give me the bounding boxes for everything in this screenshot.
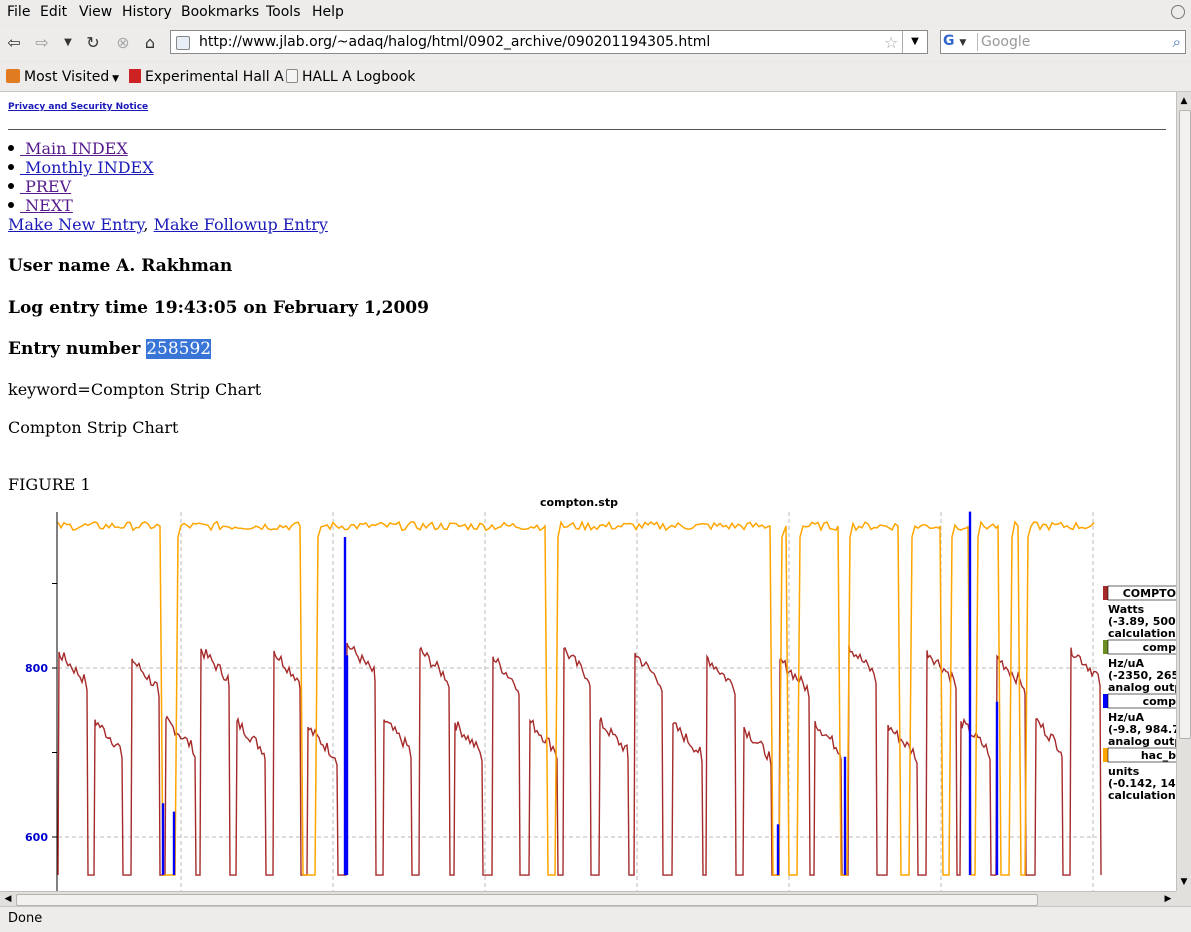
bookmark-label: Experimental Hall A <box>145 69 284 85</box>
bullet-icon <box>8 183 14 189</box>
legend-description: analog outp <box>1108 735 1176 748</box>
bookmark-experimental-hall-a[interactable]: Experimental Hall A <box>129 69 284 85</box>
search-box[interactable]: G ▼ Google ⌕ <box>940 30 1186 54</box>
bookmark-label: Most Visited <box>24 69 110 85</box>
nav-item-prev: PREV <box>8 177 154 196</box>
monthly-index-link[interactable]: Monthly INDEX <box>20 158 154 177</box>
status-text: Done <box>8 911 43 926</box>
search-icon[interactable]: ⌕ <box>1173 33 1181 51</box>
site-identity-icon[interactable] <box>176 36 190 50</box>
history-dropdown-icon[interactable]: ▼ <box>58 33 78 53</box>
page-icon <box>286 69 298 83</box>
legend-swatch <box>1103 694 1108 708</box>
menu-bookmarks[interactable]: Bookmarks <box>181 4 259 20</box>
chart-title: compton.stp <box>540 496 618 509</box>
scroll-left-arrow-icon[interactable]: ◀ <box>1 892 15 906</box>
restore-window-icon[interactable] <box>1171 5 1185 19</box>
url-dropdown-icon[interactable]: ▼ <box>902 31 927 53</box>
vertical-scroll-thumb[interactable] <box>1179 110 1191 739</box>
status-bar: Done <box>0 906 1191 932</box>
legend-swatch <box>1103 748 1108 762</box>
search-input[interactable]: Google <box>981 34 1030 50</box>
reload-icon[interactable]: ↻ <box>83 33 103 53</box>
home-icon[interactable]: ⌂ <box>140 33 160 53</box>
bookmark-most-visited[interactable]: Most Visited ▼ <box>6 69 119 85</box>
nav-item-next: NEXT <box>8 196 154 215</box>
menu-edit[interactable]: Edit <box>40 4 67 20</box>
forward-arrow-icon[interactable]: ⇨ <box>32 33 52 53</box>
legend-series-name: hac_b <box>1141 749 1176 762</box>
strip-chart: compton.stp 800 600 COMPTOWatts(-3.89, 50… <box>25 496 1176 891</box>
legend-series-name: comp <box>1143 641 1176 654</box>
entry-number-value: 258592 <box>146 339 212 359</box>
user-name: User name A. Rakhman <box>8 256 233 276</box>
vertical-scrollbar[interactable]: ▲ ▼ <box>1176 92 1191 891</box>
page-content: Privacy and Security Notice Main INDEX M… <box>0 92 1176 891</box>
plot-area <box>57 511 1102 876</box>
bullet-icon <box>8 145 14 151</box>
menu-bar: File Edit View History Bookmarks Tools H… <box>0 0 1191 25</box>
legend-series-name: COMPTO <box>1123 587 1176 600</box>
legend-description: calculation r <box>1108 789 1176 802</box>
y-ticks: 800 600 <box>25 583 57 844</box>
entry-actions: Make New Entry, Make Followup Entry <box>8 215 328 234</box>
entry-number-label: Entry number <box>8 339 147 359</box>
scroll-down-arrow-icon[interactable]: ▼ <box>1178 875 1190 889</box>
series-compton-power-line <box>57 642 1102 876</box>
entry-number-line: Entry number 258592 <box>8 339 212 359</box>
chart-legend: COMPTOWatts(-3.89, 500)calculation rcomp… <box>1103 585 1176 802</box>
privacy-link[interactable]: Privacy and Security Notice <box>8 102 148 112</box>
menu-tools[interactable]: Tools <box>266 4 301 20</box>
url-bar[interactable]: http://www.jlab.org/~adaq/halog/html/090… <box>170 30 928 54</box>
entry-description: Compton Strip Chart <box>8 418 179 437</box>
scroll-corner <box>1176 891 1191 906</box>
bookmark-hall-a-logbook[interactable]: HALL A Logbook <box>286 69 415 85</box>
index-nav-list: Main INDEX Monthly INDEX PREV NEXT <box>8 139 154 215</box>
prev-link[interactable]: PREV <box>20 177 71 196</box>
legend-series-name: comp <box>1143 695 1176 708</box>
log-entry-time: Log entry time 19:43:05 on February 1,20… <box>8 298 429 318</box>
back-arrow-icon[interactable]: ⇦ <box>4 33 24 53</box>
bookmarks-toolbar: Most Visited ▼ Experimental Hall A HALL … <box>0 63 1191 92</box>
search-engine-label: G <box>943 33 955 49</box>
menu-view[interactable]: View <box>79 4 112 20</box>
menu-help[interactable]: Help <box>312 4 344 20</box>
hall-a-logo-icon <box>129 69 141 83</box>
url-text[interactable]: http://www.jlab.org/~adaq/halog/html/090… <box>199 34 710 50</box>
y-tick-label: 800 <box>25 662 48 675</box>
scroll-right-arrow-icon[interactable]: ▶ <box>1161 892 1175 906</box>
legend-description: analog outp <box>1108 681 1176 694</box>
stop-icon[interactable]: ⊗ <box>113 33 133 53</box>
menu-file[interactable]: File <box>7 4 30 20</box>
legend-swatch <box>1103 586 1108 600</box>
legend-description: calculation r <box>1108 627 1176 640</box>
horizontal-scrollbar[interactable]: ◀ ▶ <box>0 891 1176 906</box>
next-link[interactable]: NEXT <box>20 196 73 215</box>
bookmark-star-icon[interactable]: ☆ <box>884 33 898 52</box>
rss-folder-icon <box>6 69 20 83</box>
divider <box>8 129 1166 130</box>
series-hac-b-line <box>57 520 1095 876</box>
y-tick-label: 600 <box>25 831 48 844</box>
scroll-up-arrow-icon[interactable]: ▲ <box>1178 94 1190 108</box>
nav-item-monthly-index: Monthly INDEX <box>8 158 154 177</box>
make-followup-entry-link[interactable]: Make Followup Entry <box>154 215 328 234</box>
legend-swatch <box>1103 640 1108 654</box>
menu-history[interactable]: History <box>122 4 172 20</box>
search-engine-icon[interactable]: G ▼ <box>943 33 978 51</box>
make-new-entry-link[interactable]: Make New Entry <box>8 215 143 234</box>
main-index-link[interactable]: Main INDEX <box>20 139 128 158</box>
keyword: keyword=Compton Strip Chart <box>8 380 262 399</box>
separator-text: , <box>143 215 154 234</box>
bullet-icon <box>8 164 14 170</box>
bullet-icon <box>8 202 14 208</box>
bookmark-label: HALL A Logbook <box>302 69 416 85</box>
nav-item-main-index: Main INDEX <box>8 139 154 158</box>
horizontal-scroll-thumb[interactable] <box>16 894 1038 906</box>
